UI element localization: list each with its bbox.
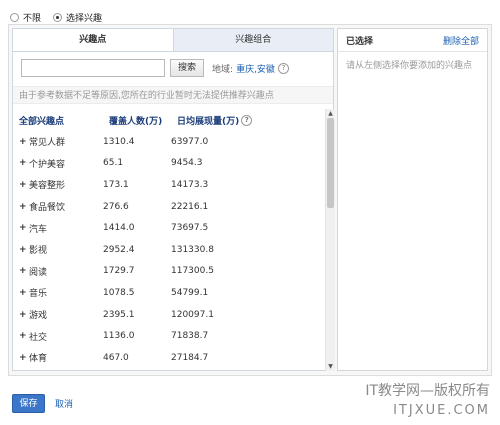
interest-name: 常见人群 (29, 138, 66, 149)
selected-title: 已选择 (346, 36, 374, 47)
interest-name: 影视 (29, 246, 48, 257)
plus-icon[interactable]: + (13, 158, 29, 168)
scroll-down-arrow-icon[interactable]: ▼ (327, 363, 334, 370)
impressions-value: 27184.7 (171, 352, 209, 363)
remove-all-link[interactable]: 删除全部 (443, 34, 479, 47)
plus-icon[interactable]: + (13, 288, 29, 298)
interest-name: 音乐 (29, 289, 48, 300)
column-header-name: 全部兴趣点 (19, 116, 65, 127)
interest-list-panel: 兴趣点 兴趣组合 搜索 地域: 重庆,安徽 ? 由于参考数据不足等原因,您所在的… (12, 28, 335, 371)
search-button[interactable]: 搜索 (170, 59, 205, 77)
region-label: 地域: (212, 64, 234, 75)
interest-name: 美容整形 (29, 181, 66, 192)
table-row[interactable]: + 社交 1136.0 71838.7 (13, 325, 323, 347)
impressions-value: 131330.8 (171, 244, 214, 255)
help-icon[interactable]: ? (241, 114, 253, 126)
cover-value: 1078.5 (103, 287, 135, 298)
cover-value: 2395.1 (103, 309, 135, 320)
radio-select-interest-label[interactable]: 选择兴趣 (66, 11, 102, 24)
table-row[interactable]: + 常见人群 1310.4 63977.0 (13, 131, 323, 153)
interest-name: 社交 (29, 332, 48, 343)
table-row[interactable]: + 个护美容 65.1 9454.3 (13, 153, 323, 175)
table-row[interactable]: + 音乐 1078.5 54799.1 (13, 282, 323, 304)
column-header-impressions-label: 日均展现量(万) (177, 116, 240, 127)
impressions-value: 14173.3 (171, 179, 209, 190)
table-row[interactable]: + 美容整形 173.1 14173.3 (13, 174, 323, 196)
impressions-value: 73697.5 (171, 223, 209, 234)
interest-selector-panel: 兴趣点 兴趣组合 搜索 地域: 重庆,安徽 ? 由于参考数据不足等原因,您所在的… (8, 24, 492, 376)
impressions-value: 9454.3 (171, 158, 203, 169)
plus-icon[interactable]: + (13, 245, 29, 255)
cover-value: 467.0 (103, 352, 129, 363)
interest-name: 汽车 (29, 224, 48, 235)
table-header: 全部兴趣点 覆盖人数(万) 日均展现量(万) ? (13, 109, 323, 131)
cancel-link[interactable]: 取消 (55, 397, 73, 410)
table-scrollbar[interactable]: ▲ ▼ (325, 109, 335, 371)
impressions-value: 54799.1 (171, 287, 209, 298)
tab-bar: 兴趣点 兴趣组合 (13, 29, 333, 52)
save-button[interactable]: 保存 (12, 394, 45, 413)
column-header-impressions: 日均展现量(万) ? (177, 114, 267, 127)
column-header-cover: 覆盖人数(万) (109, 116, 163, 127)
table-body: + 常见人群 1310.4 63977.0 + 个护美容 65.1 9454.3 + 美容整形 17… (13, 131, 323, 369)
selected-header: 已选择 删除全部 (338, 29, 487, 52)
interest-name: 食品餐饮 (29, 203, 66, 214)
cover-value: 2952.4 (103, 244, 135, 255)
plus-icon[interactable]: + (13, 353, 29, 363)
table-row[interactable]: + 汽车 1414.0 73697.5 (13, 217, 323, 239)
impressions-value: 120097.1 (171, 309, 214, 320)
cover-value: 1729.7 (103, 266, 135, 277)
table-row[interactable]: + 阅读 1729.7 117300.5 (13, 261, 323, 283)
plus-icon[interactable]: + (13, 310, 29, 320)
selected-interests-panel: 已选择 删除全部 请从左侧选择你要添加的兴趣点 (337, 28, 488, 371)
interest-name: 阅读 (29, 267, 48, 278)
impressions-value: 22216.1 (171, 201, 209, 212)
cover-value: 65.1 (103, 158, 124, 169)
plus-icon[interactable]: + (13, 223, 29, 233)
table-row[interactable]: + 体育 467.0 27184.7 (13, 347, 323, 369)
plus-icon[interactable]: + (13, 266, 29, 276)
interest-mode-radio-group: 不限 选择兴趣 (10, 10, 110, 24)
interest-table: 全部兴趣点 覆盖人数(万) 日均展现量(万) ? + 常见人群 1310.4 6397… (13, 109, 323, 369)
cover-value: 276.6 (103, 201, 129, 212)
impressions-value: 63977.0 (171, 136, 209, 147)
interest-name: 个护美容 (29, 159, 66, 170)
radio-select-interest[interactable] (53, 12, 63, 22)
table-row[interactable]: + 游戏 2395.1 120097.1 (13, 304, 323, 326)
radio-unlimited[interactable] (10, 12, 19, 22)
help-icon[interactable]: ? (277, 62, 289, 74)
scroll-up-arrow-icon[interactable]: ▲ (327, 110, 334, 117)
tab-interest-points[interactable]: 兴趣点 (13, 29, 173, 51)
watermark-line-2: ITJXUE.COM (393, 403, 490, 418)
plus-icon[interactable]: + (13, 331, 29, 341)
selected-hint: 请从左侧选择你要添加的兴趣点 (346, 61, 473, 71)
interest-name: 体育 (29, 354, 48, 365)
tab-interest-groups[interactable]: 兴趣组合 (172, 29, 333, 51)
impressions-value: 117300.5 (171, 266, 214, 277)
table-row[interactable]: + 食品餐饮 276.6 22216.1 (13, 196, 323, 218)
scroll-thumb[interactable] (327, 118, 334, 208)
recommendation-notice: 由于参考数据不足等原因,您所在的行业暂时无法提供推荐兴趣点 (13, 86, 333, 104)
search-input[interactable] (21, 59, 165, 77)
plus-icon[interactable]: + (13, 137, 29, 147)
cover-value: 1414.0 (103, 223, 135, 234)
cover-value: 1310.4 (103, 136, 135, 147)
table-row[interactable]: + 影视 2952.4 131330.8 (13, 239, 323, 261)
watermark-line-1: IT教学网—版权所有 (365, 383, 490, 399)
search-row: 搜索 地域: 重庆,安徽 ? (21, 59, 289, 77)
interest-name: 游戏 (29, 311, 48, 322)
impressions-value: 71838.7 (171, 331, 209, 342)
cover-value: 1136.0 (103, 331, 135, 342)
watermark: IT教学网—版权所有 ITJXUE.COM (365, 382, 490, 420)
cover-value: 173.1 (103, 179, 129, 190)
radio-unlimited-label[interactable]: 不限 (23, 11, 41, 24)
plus-icon[interactable]: + (13, 180, 29, 190)
region-link[interactable]: 重庆,安徽 (236, 62, 275, 75)
plus-icon[interactable]: + (13, 202, 29, 212)
